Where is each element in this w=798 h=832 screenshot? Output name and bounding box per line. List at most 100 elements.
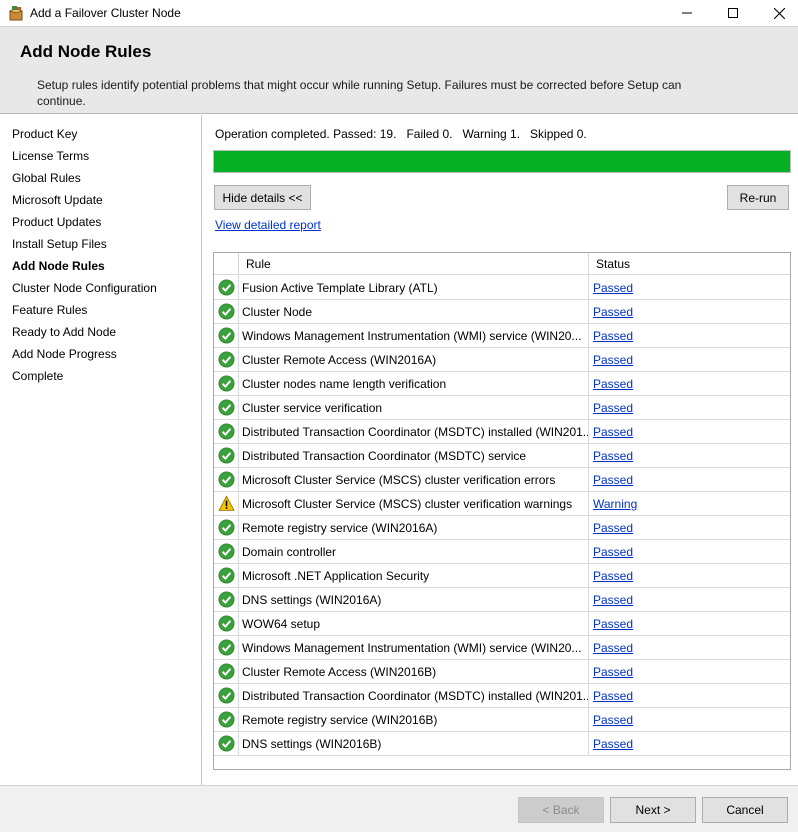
- nav-item-product-updates[interactable]: Product Updates: [12, 215, 101, 229]
- status-link[interactable]: Passed: [593, 473, 633, 487]
- status-link[interactable]: Passed: [593, 521, 633, 535]
- status-link[interactable]: Passed: [593, 353, 633, 367]
- table-row[interactable]: Cluster service verification Passed: [214, 396, 790, 420]
- status-link[interactable]: Passed: [593, 281, 633, 295]
- table-row[interactable]: Cluster nodes name length verification Pa…: [214, 372, 790, 396]
- check-icon: [218, 519, 235, 536]
- nav-item-install-setup-files[interactable]: Install Setup Files: [12, 237, 107, 251]
- table-row[interactable]: Fusion Active Template Library (ATL) Pass…: [214, 276, 790, 300]
- table-row[interactable]: Microsoft Cluster Service (MSCS) cluster…: [214, 492, 790, 516]
- rule-name: Distributed Transaction Coordinator (MSD…: [242, 689, 588, 703]
- rule-name: Microsoft Cluster Service (MSCS) cluster…: [242, 473, 556, 487]
- check-icon: [218, 303, 235, 320]
- view-detailed-report-link[interactable]: View detailed report: [215, 218, 321, 232]
- title-bar: Add a Failover Cluster Node: [0, 0, 798, 26]
- back-button[interactable]: < Back: [518, 797, 604, 823]
- status-link[interactable]: Passed: [593, 569, 633, 583]
- close-button[interactable]: [756, 0, 798, 26]
- check-icon: [218, 567, 235, 584]
- table-row[interactable]: Distributed Transaction Coordinator (MSD…: [214, 444, 790, 468]
- table-row[interactable]: Distributed Transaction Coordinator (MSD…: [214, 420, 790, 444]
- status-link[interactable]: Passed: [593, 305, 633, 319]
- check-icon: [218, 375, 235, 392]
- status-link[interactable]: Passed: [593, 593, 633, 607]
- table-row[interactable]: Cluster Node Passed: [214, 300, 790, 324]
- minimize-button[interactable]: [664, 0, 710, 26]
- check-icon: [218, 639, 235, 656]
- nav-item-ready-to-add-node[interactable]: Ready to Add Node: [12, 325, 116, 339]
- nav-item-microsoft-update[interactable]: Microsoft Update: [12, 193, 103, 207]
- rule-name: Fusion Active Template Library (ATL): [242, 281, 438, 295]
- table-row[interactable]: Remote registry service (WIN2016A) Passed: [214, 516, 790, 540]
- check-icon: [218, 687, 235, 704]
- rule-name: Microsoft Cluster Service (MSCS) cluster…: [242, 497, 573, 511]
- table-row[interactable]: Windows Management Instrumentation (WMI)…: [214, 324, 790, 348]
- check-icon: [218, 351, 235, 368]
- rule-name: Domain controller: [242, 545, 337, 559]
- status-link[interactable]: Passed: [593, 737, 633, 751]
- status-link[interactable]: Passed: [593, 713, 633, 727]
- table-row[interactable]: Distributed Transaction Coordinator (MSD…: [214, 684, 790, 708]
- nav-item-global-rules[interactable]: Global Rules: [12, 171, 81, 185]
- table-row[interactable]: Cluster Remote Access (WIN2016B) Passed: [214, 660, 790, 684]
- rules-table: Rule Status Fusion Active Template Libra…: [213, 252, 791, 770]
- nav-item-cluster-node-configuration[interactable]: Cluster Node Configuration: [12, 281, 157, 295]
- status-link[interactable]: Passed: [593, 401, 633, 415]
- status-link[interactable]: Passed: [593, 377, 633, 391]
- rule-name: Microsoft .NET Application Security: [242, 569, 430, 583]
- status-link[interactable]: Passed: [593, 545, 633, 559]
- check-icon: [218, 711, 235, 728]
- rule-name: Distributed Transaction Coordinator (MSD…: [242, 449, 527, 463]
- status-column-header[interactable]: Status: [596, 257, 630, 271]
- rule-name: Windows Management Instrumentation (WMI)…: [242, 641, 582, 655]
- rule-name: Cluster Remote Access (WIN2016A): [242, 353, 437, 367]
- check-icon: [218, 471, 235, 488]
- status-link[interactable]: Passed: [593, 617, 633, 631]
- maximize-button[interactable]: [710, 0, 756, 26]
- rule-column-header[interactable]: Rule: [246, 257, 271, 271]
- rule-name: Windows Management Instrumentation (WMI)…: [242, 329, 582, 343]
- nav-item-product-key[interactable]: Product Key: [12, 127, 77, 141]
- check-icon: [218, 591, 235, 608]
- status-link[interactable]: Passed: [593, 329, 633, 343]
- cancel-button[interactable]: Cancel: [702, 797, 788, 823]
- table-row[interactable]: Remote registry service (WIN2016B) Passed: [214, 708, 790, 732]
- nav-item-complete[interactable]: Complete: [12, 369, 63, 383]
- rule-name: Remote registry service (WIN2016A): [242, 521, 438, 535]
- status-link[interactable]: Passed: [593, 449, 633, 463]
- nav-item-feature-rules[interactable]: Feature Rules: [12, 303, 87, 317]
- check-icon: [218, 327, 235, 344]
- table-row[interactable]: Microsoft Cluster Service (MSCS) cluster…: [214, 468, 790, 492]
- setup-box-icon: [8, 6, 24, 21]
- status-link[interactable]: Warning: [593, 497, 637, 511]
- window-title: Add a Failover Cluster Node: [30, 6, 181, 20]
- table-row[interactable]: WOW64 setup Passed: [214, 612, 790, 636]
- hide-details-button[interactable]: Hide details <<: [214, 185, 311, 210]
- maximize-icon: [728, 8, 738, 18]
- close-icon: [773, 7, 785, 19]
- rule-name: DNS settings (WIN2016B): [242, 737, 382, 751]
- status-link[interactable]: Passed: [593, 641, 633, 655]
- page-description: Setup rules identify potential problems …: [37, 78, 682, 108]
- table-row[interactable]: Windows Management Instrumentation (WMI)…: [214, 636, 790, 660]
- rule-name: Remote registry service (WIN2016B): [242, 713, 438, 727]
- wizard-footer: < Back Next > Cancel: [0, 785, 798, 832]
- table-row[interactable]: Domain controller Passed: [214, 540, 790, 564]
- status-link[interactable]: Passed: [593, 689, 633, 703]
- nav-item-license-terms[interactable]: License Terms: [12, 149, 89, 163]
- check-icon: [218, 543, 235, 560]
- nav-item-add-node-rules[interactable]: Add Node Rules: [12, 259, 105, 273]
- next-button[interactable]: Next >: [610, 797, 696, 823]
- table-row[interactable]: Cluster Remote Access (WIN2016A) Passed: [214, 348, 790, 372]
- rerun-button[interactable]: Re-run: [727, 185, 789, 210]
- page-title: Add Node Rules: [20, 42, 152, 61]
- minimize-icon: [682, 12, 692, 14]
- status-link[interactable]: Passed: [593, 665, 633, 679]
- table-row[interactable]: DNS settings (WIN2016B) Passed: [214, 732, 790, 756]
- nav-item-add-node-progress[interactable]: Add Node Progress: [12, 347, 117, 361]
- status-link[interactable]: Passed: [593, 425, 633, 439]
- rule-name: Cluster nodes name length verification: [242, 377, 447, 391]
- rule-name: Distributed Transaction Coordinator (MSD…: [242, 425, 588, 439]
- table-row[interactable]: Microsoft .NET Application Security Passe…: [214, 564, 790, 588]
- table-row[interactable]: DNS settings (WIN2016A) Passed: [214, 588, 790, 612]
